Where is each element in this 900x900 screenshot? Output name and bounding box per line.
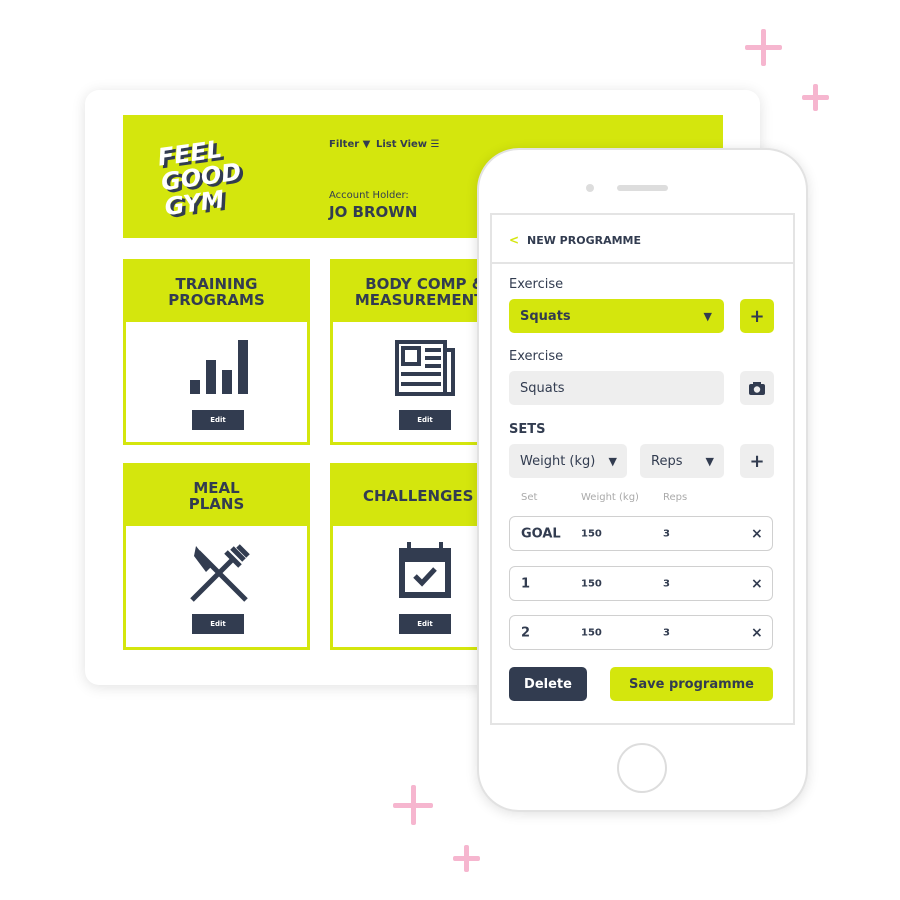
add-exercise-button[interactable]: +	[740, 299, 774, 333]
caret-down-icon: ▼	[608, 454, 617, 468]
account-label: Account Holder:	[329, 190, 409, 201]
exercise-input-value: Squats	[520, 380, 565, 396]
close-icon[interactable]: ×	[751, 625, 763, 641]
edit-button[interactable]: Edit	[399, 614, 451, 634]
set-weight: 150	[581, 627, 602, 638]
edit-button[interactable]: Edit	[192, 614, 244, 634]
edit-button[interactable]: Edit	[192, 410, 244, 430]
sparkle-icon	[802, 84, 829, 111]
column-header-reps: Reps	[663, 492, 688, 503]
screen-title: NEW PROGRAMME	[527, 234, 641, 247]
edit-button[interactable]: Edit	[399, 410, 451, 430]
set-reps: 3	[663, 578, 670, 589]
sets-label: SETS	[509, 422, 546, 437]
tile-training-programs[interactable]: TRAINING PROGRAMS Edit	[123, 259, 310, 445]
sparkle-icon	[453, 845, 480, 872]
plus-icon: +	[749, 450, 765, 472]
close-icon[interactable]: ×	[751, 576, 763, 592]
set-name: 2	[521, 625, 531, 640]
list-view-button[interactable]: List View ☰	[376, 139, 439, 150]
list-icon: ☰	[430, 139, 440, 150]
set-weight: 150	[581, 578, 602, 589]
delete-button[interactable]: Delete	[509, 667, 587, 701]
set-row[interactable]: GOAL 150 3 ×	[509, 516, 773, 551]
list-view-label: List View	[376, 139, 428, 150]
tile-title: TRAINING PROGRAMS	[126, 262, 307, 322]
caret-down-icon: ▼	[703, 309, 712, 323]
newspaper-icon	[395, 340, 455, 396]
set-name: 1	[521, 576, 531, 591]
logo: FEEL GOOD GYM	[156, 135, 246, 221]
save-programme-button[interactable]: Save programme	[610, 667, 773, 701]
weight-select-value: Weight (kg)	[520, 453, 596, 469]
reps-select[interactable]: Reps ▼	[640, 444, 724, 478]
set-reps: 3	[663, 528, 670, 539]
exercise-select[interactable]: Squats ▼	[509, 299, 724, 333]
reps-select-value: Reps	[651, 453, 683, 469]
camera-button[interactable]	[740, 371, 774, 405]
back-button[interactable]: <	[509, 233, 519, 247]
close-icon[interactable]: ×	[751, 526, 763, 542]
set-weight: 150	[581, 528, 602, 539]
sparkle-icon	[393, 785, 433, 825]
tile-title: MEAL PLANS	[126, 466, 307, 526]
tile-meal-plans[interactable]: MEAL PLANS Edit	[123, 463, 310, 650]
knife-fork-icon	[190, 544, 250, 602]
exercise-label: Exercise	[509, 277, 564, 292]
calendar-check-icon	[399, 542, 451, 598]
caret-down-icon: ▼	[705, 454, 714, 468]
exercise-input[interactable]: Squats	[509, 371, 724, 405]
bar-chart-icon	[190, 340, 248, 394]
account-name: JO BROWN	[329, 203, 418, 221]
set-name: GOAL	[521, 526, 561, 541]
set-row[interactable]: 2 150 3 ×	[509, 615, 773, 650]
speaker	[617, 185, 668, 191]
column-header-weight: Weight (kg)	[581, 492, 639, 503]
home-button[interactable]	[617, 743, 667, 793]
set-reps: 3	[663, 627, 670, 638]
filter-button[interactable]: Filter ▼	[329, 139, 370, 150]
column-header-set: Set	[521, 492, 538, 503]
weight-select[interactable]: Weight (kg) ▼	[509, 444, 627, 478]
add-set-button[interactable]: +	[740, 444, 774, 478]
set-row[interactable]: 1 150 3 ×	[509, 566, 773, 601]
exercise-label: Exercise	[509, 349, 564, 364]
camera-icon	[749, 381, 765, 395]
exercise-select-value: Squats	[520, 308, 571, 324]
camera-dot	[586, 184, 594, 192]
plus-icon: +	[749, 305, 765, 327]
sparkle-icon	[745, 29, 782, 66]
